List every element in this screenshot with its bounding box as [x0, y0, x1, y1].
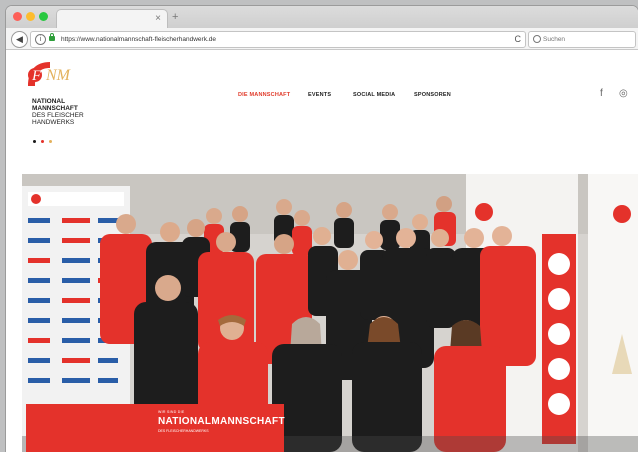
url-text[interactable]: https://www.nationalmannschaft-fleischer… [61, 34, 216, 45]
logo-dot-red [41, 140, 44, 143]
svg-text:NM: NM [45, 67, 72, 84]
nav-die-mannschaft[interactable]: DIE MANNSCHAFT [238, 92, 290, 98]
browser-toolbar: ◀ i https://www.nationalmannschaft-fleis… [6, 28, 638, 50]
tab-close-icon[interactable]: × [155, 13, 161, 25]
hero-caption-title: NATIONALMANNSCHAFT [158, 416, 285, 427]
browser-tab[interactable]: × [56, 9, 168, 29]
logo-dot-gold [49, 140, 52, 143]
info-icon[interactable]: i [35, 34, 46, 45]
hero-caption-sub: DES FLEISCHERHANDWERKS [158, 429, 209, 433]
fnm-logo-mark: F NM [28, 62, 72, 86]
nav-sponsoren[interactable]: SPONSOREN [414, 92, 451, 98]
logo-line-2: MANNSCHAFT [32, 105, 78, 112]
hero-caption-box [26, 404, 284, 452]
logo-line-3: DES FLEISCHER [32, 112, 84, 119]
back-button[interactable]: ◀ [11, 31, 28, 48]
new-tab-icon[interactable]: + [172, 10, 178, 24]
nav-events[interactable]: EVENTS [308, 92, 331, 98]
logo-line-4: HANDWERKS [32, 119, 75, 126]
search-input[interactable] [543, 33, 631, 45]
hero-caption-small: WIR SIND DIE [158, 410, 185, 414]
nav-social-media[interactable]: SOCIAL MEDIA [353, 92, 395, 98]
maximize-window-icon[interactable] [39, 12, 48, 21]
lock-icon [49, 33, 55, 41]
browser-window: × + ◀ i https://www.nationalmannschaft-f… [6, 6, 638, 452]
minimize-window-icon[interactable] [26, 12, 35, 21]
search-bar[interactable] [528, 31, 636, 48]
instagram-icon[interactable]: ◎ [619, 88, 628, 100]
search-icon [533, 35, 541, 43]
hero-team-photo: WIR SIND DIE NATIONALMANNSCHAFT DES FLEI… [22, 174, 638, 452]
site-logo[interactable]: F NM NATIONAL MANNSCHAFT DES FLEISCHER H… [22, 56, 112, 146]
logo-dots [33, 130, 57, 148]
svg-text:F: F [31, 68, 42, 84]
address-bar[interactable]: i https://www.nationalmannschaft-fleisch… [30, 31, 526, 48]
facebook-icon[interactable]: f [600, 88, 603, 100]
close-window-icon[interactable] [13, 12, 22, 21]
logo-line-1: NATIONAL [32, 98, 66, 105]
tab-strip: × + [6, 6, 638, 29]
reload-icon[interactable]: C [515, 33, 522, 45]
logo-dot-black [33, 140, 36, 143]
